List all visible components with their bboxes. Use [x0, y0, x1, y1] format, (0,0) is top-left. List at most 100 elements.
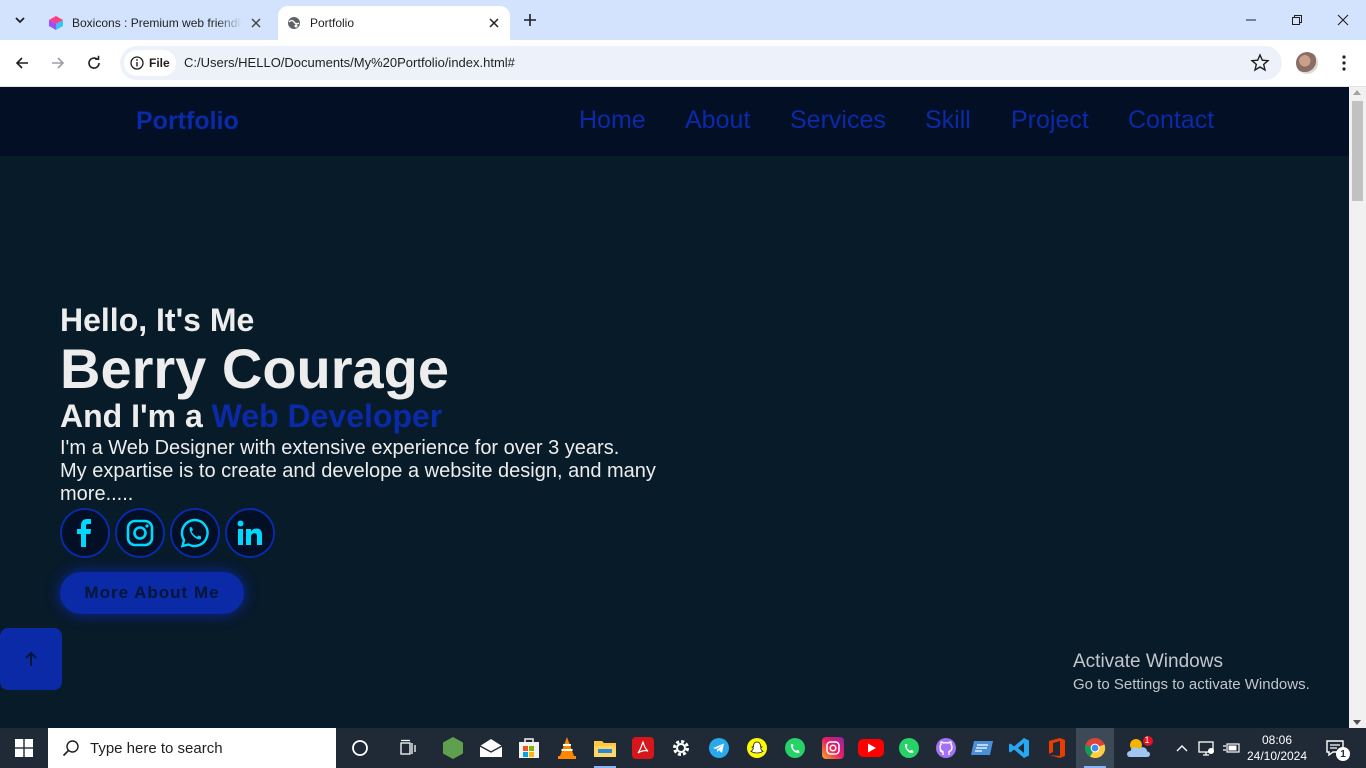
scroll-down-arrow-icon[interactable]	[1353, 720, 1361, 725]
close-window-button[interactable]	[1320, 0, 1366, 40]
mail-icon	[479, 739, 503, 757]
whatsapp-icon	[785, 738, 805, 758]
restore-button[interactable]	[1274, 0, 1320, 40]
social-links	[60, 508, 700, 558]
tab-title: Boxicons : Premium web friendly icons	[72, 16, 242, 30]
instagram-link[interactable]	[115, 508, 165, 558]
plus-icon	[524, 14, 536, 26]
browser-menu-button[interactable]	[1334, 53, 1354, 73]
tab-boxicons[interactable]: Boxicons : Premium web friendly icons	[40, 6, 272, 40]
scroll-up-arrow-icon[interactable]	[1353, 90, 1361, 95]
kebab-menu-icon	[1342, 55, 1346, 71]
nav-project[interactable]: Project	[1011, 106, 1089, 135]
start-button[interactable]	[0, 728, 48, 768]
search-placeholder: Type here to search	[90, 739, 223, 757]
nav-contact[interactable]: Contact	[1128, 106, 1214, 135]
role-text: Web Developer	[211, 398, 443, 434]
address-bar[interactable]: File C:/Users/HELLO/Documents/My%20Portf…	[120, 46, 1282, 80]
taskbar-nodejs[interactable]	[434, 728, 472, 768]
intro-line-2: My expartise is to create and develope a…	[60, 460, 656, 505]
taskbar-github[interactable]	[927, 728, 965, 768]
scrollbar-thumb[interactable]	[1352, 101, 1363, 201]
snapchat-icon	[747, 738, 767, 758]
network-tray-icon[interactable]	[1196, 728, 1218, 768]
cortana-button[interactable]	[341, 728, 379, 768]
instagram-icon	[822, 737, 844, 759]
taskbar-search-box[interactable]: Type here to search	[48, 728, 336, 768]
taskbar-store[interactable]	[510, 728, 548, 768]
tab-search-button[interactable]	[6, 6, 34, 34]
nodejs-icon	[443, 737, 463, 759]
profile-avatar[interactable]	[1296, 52, 1318, 74]
taskbar-file-explorer[interactable]	[586, 728, 624, 768]
taskbar-vscode[interactable]	[1000, 728, 1038, 768]
action-center-button[interactable]: 1	[1320, 728, 1350, 768]
github-icon	[936, 738, 956, 758]
taskbar-whatsapp[interactable]	[776, 728, 814, 768]
show-hidden-icons-button[interactable]	[1172, 728, 1192, 768]
new-tab-button[interactable]	[518, 8, 542, 32]
tab-portfolio[interactable]: Portfolio	[278, 6, 510, 40]
minimize-button[interactable]	[1228, 0, 1274, 40]
close-tab-icon[interactable]	[248, 15, 264, 31]
whatsapp-icon	[899, 738, 919, 758]
linkedin-icon	[237, 520, 262, 545]
activate-windows-watermark: Activate Windows Go to Settings to activ…	[1073, 651, 1310, 693]
taskbar-instagram[interactable]	[814, 728, 852, 768]
facebook-icon	[77, 519, 91, 547]
battery-tray-icon[interactable]	[1220, 728, 1242, 768]
site-info-chip[interactable]: File	[124, 50, 176, 76]
facebook-link[interactable]	[60, 508, 110, 558]
taskbar-youtube[interactable]	[852, 728, 890, 768]
site-header: Portfolio Home About Services Skill Proj…	[0, 87, 1349, 156]
reload-icon	[88, 55, 100, 69]
taskbar-settings[interactable]	[662, 728, 700, 768]
taskbar-weather[interactable]: 1	[1120, 728, 1158, 768]
forward-button[interactable]	[43, 48, 73, 78]
taskbar-acrobat[interactable]	[624, 728, 662, 768]
intro-paragraph: I'm a Web Designer with extensive experi…	[60, 437, 670, 506]
linkedin-link[interactable]	[225, 508, 275, 558]
taskbar-telegram[interactable]	[700, 728, 738, 768]
taskbar-chrome[interactable]	[1076, 728, 1114, 768]
taskbar-office[interactable]	[1038, 728, 1076, 768]
watermark-subtitle: Go to Settings to activate Windows.	[1073, 676, 1310, 693]
chevron-down-icon	[15, 17, 25, 24]
back-button[interactable]	[7, 48, 37, 78]
taskbar-remote-desktop[interactable]	[963, 728, 1001, 768]
vlc-cone-icon	[558, 737, 576, 759]
telegram-icon	[709, 738, 729, 758]
close-tab-icon[interactable]	[486, 15, 502, 31]
chevron-up-icon	[1176, 745, 1188, 752]
nav-skill[interactable]: Skill	[925, 106, 971, 135]
scroll-to-top-button[interactable]	[0, 628, 62, 690]
browser-tab-strip: Boxicons : Premium web friendly icons Po…	[0, 0, 1366, 40]
chrome-icon	[1084, 738, 1106, 759]
taskbar-clock[interactable]: 08:06 24/10/2024	[1240, 732, 1314, 764]
instagram-icon	[126, 519, 154, 547]
close-icon	[1337, 14, 1349, 26]
taskbar-whatsapp-business[interactable]	[890, 728, 928, 768]
taskbar-mail[interactable]	[472, 728, 510, 768]
nav-home[interactable]: Home	[579, 106, 646, 135]
nav-about[interactable]: About	[685, 106, 750, 135]
whatsapp-icon	[180, 518, 209, 548]
whatsapp-link[interactable]	[170, 508, 220, 558]
task-view-button[interactable]	[389, 728, 427, 768]
boxicons-logo-icon	[48, 15, 64, 31]
taskbar-snapchat[interactable]	[738, 728, 776, 768]
more-about-me-button[interactable]: More About Me	[60, 572, 244, 614]
bookmark-star-icon[interactable]	[1250, 53, 1270, 73]
nav-services[interactable]: Services	[790, 106, 886, 135]
taskbar-vlc[interactable]	[548, 728, 586, 768]
reload-button[interactable]	[79, 48, 109, 78]
site-logo[interactable]: Portfolio	[136, 107, 239, 136]
url-text[interactable]: C:/Users/HELLO/Documents/My%20Portfolio/…	[184, 55, 515, 70]
remote-desktop-icon	[971, 741, 993, 755]
watermark-title: Activate Windows	[1073, 651, 1223, 672]
office-icon	[1049, 738, 1065, 758]
minimize-icon	[1246, 19, 1256, 21]
battery-plug-icon	[1223, 743, 1240, 753]
vertical-scrollbar[interactable]	[1349, 87, 1366, 728]
role-prefix: And I'm a	[60, 398, 212, 434]
